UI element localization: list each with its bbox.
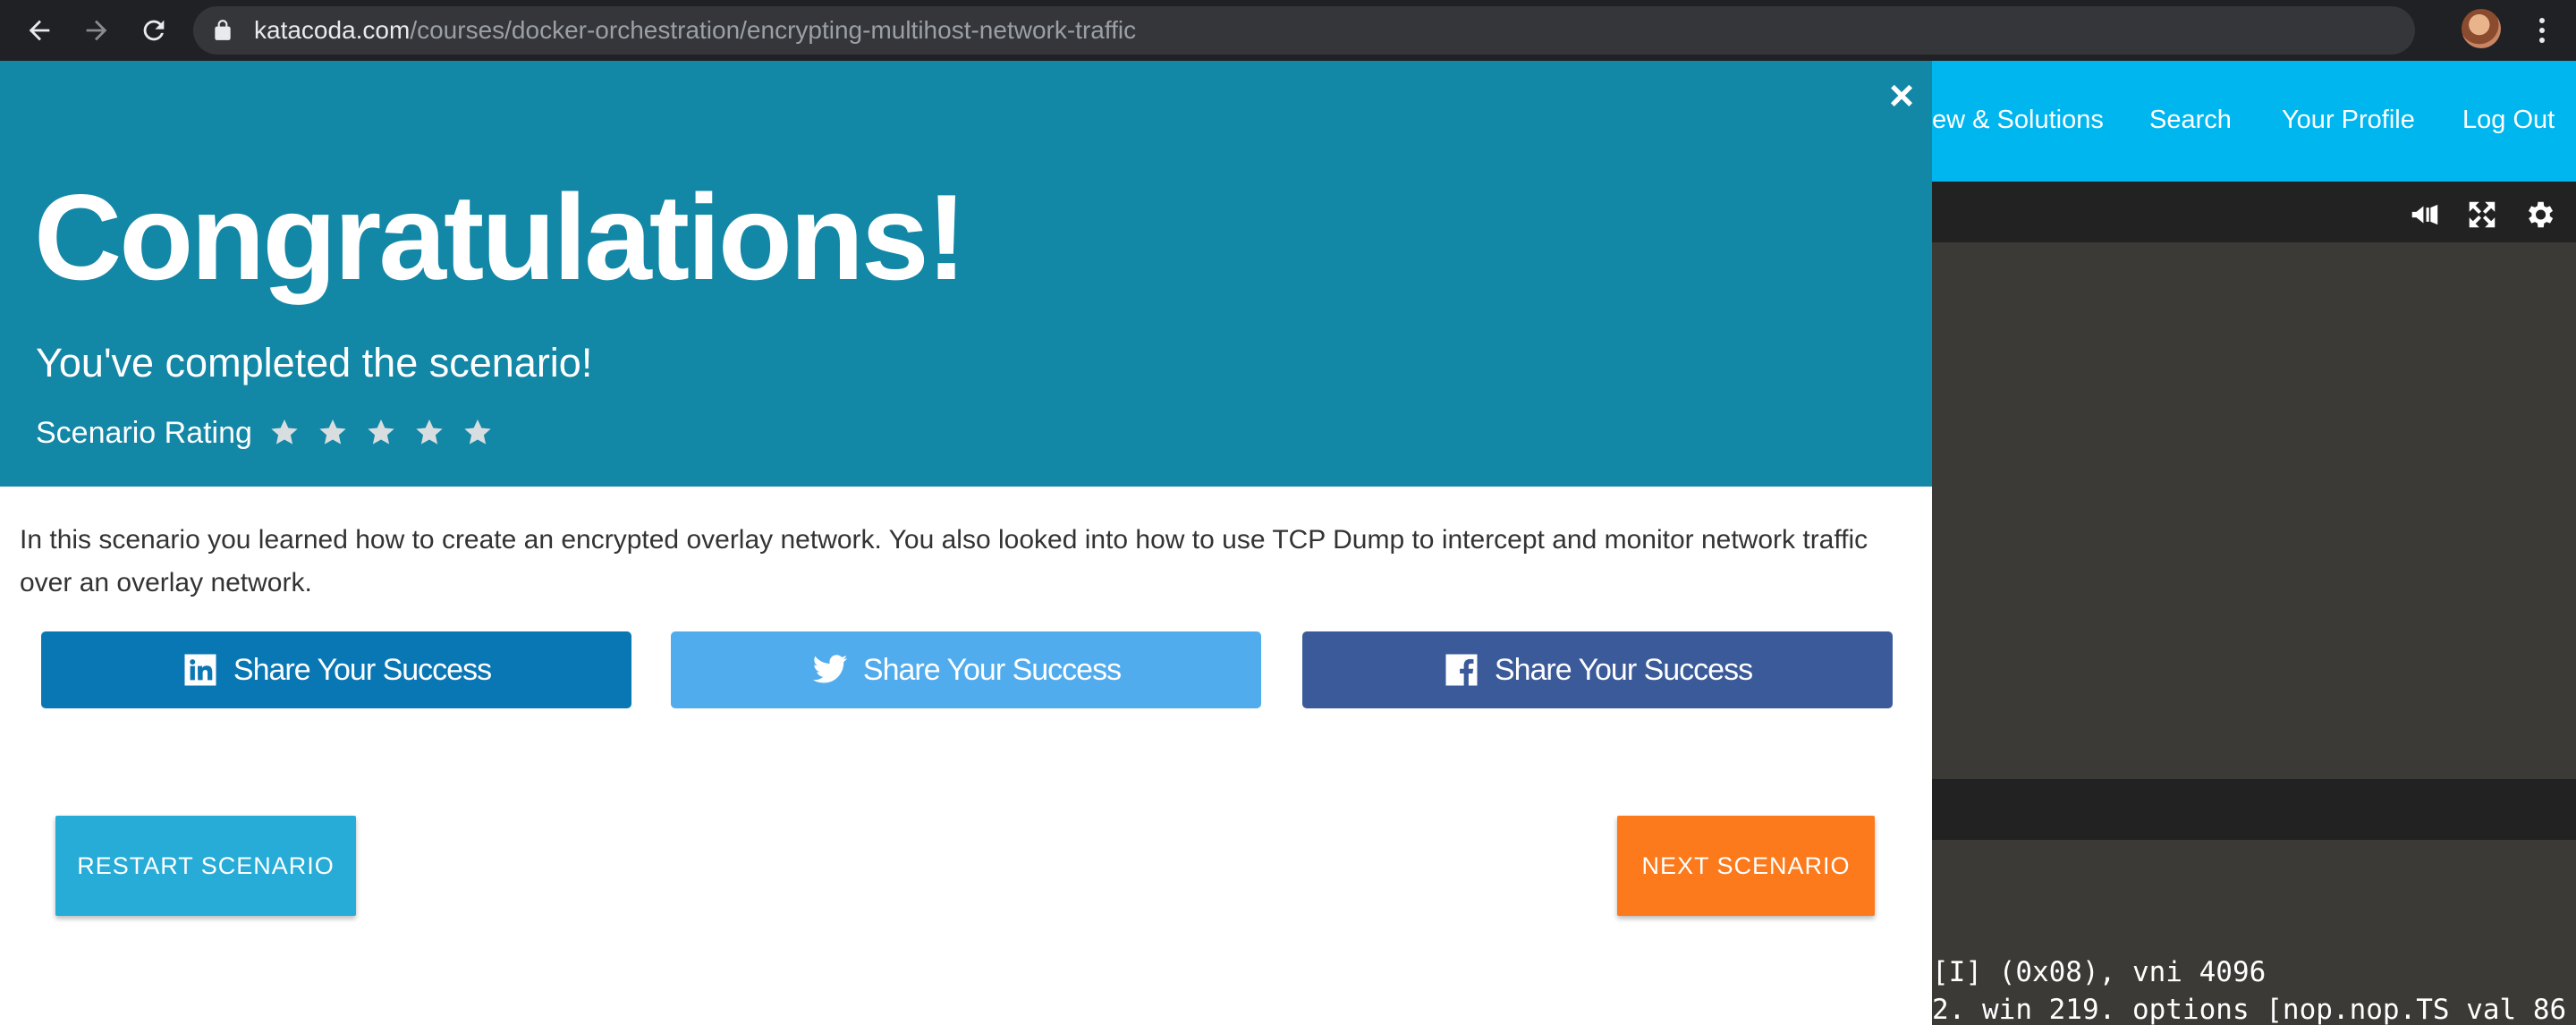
expand-icon[interactable] (2465, 198, 2499, 232)
address-bar[interactable]: katacoda.com/courses/docker-orchestratio… (193, 6, 2415, 55)
lock-icon (215, 20, 231, 40)
next-scenario-button[interactable]: NEXT SCENARIO (1617, 816, 1875, 916)
congratulations-modal: × Congratulations! You've completed the … (0, 61, 1932, 1025)
browser-menu-icon[interactable] (2524, 11, 2560, 50)
rating-label: Scenario Rating (36, 416, 252, 450)
scenario-summary: In this scenario you learned how to crea… (20, 525, 1868, 597)
reload-icon[interactable] (134, 11, 174, 50)
share-facebook-button[interactable]: Share Your Success (1302, 631, 1893, 708)
nav-link-review-solutions[interactable]: ew & Solutions (1932, 106, 2104, 134)
share-twitter-button[interactable]: Share Your Success (671, 631, 1261, 708)
rating-star-icon[interactable] (462, 417, 494, 449)
terminal-bottom-pane[interactable]: [I] (0x08), vni 4096 2. win 219. options… (1932, 840, 2576, 1025)
terminal-toolbar (1932, 182, 2576, 242)
modal-hero: × Congratulations! You've completed the … (0, 61, 1932, 487)
share-twitter-label: Share Your Success (862, 652, 1122, 687)
nav-link-your-profile[interactable]: Your Profile (2282, 106, 2415, 134)
close-icon[interactable]: × (1884, 75, 1919, 118)
rating-stars (268, 417, 494, 449)
share-linkedin-label: Share Your Success (233, 652, 492, 687)
url-host: katacoda.com (254, 16, 411, 44)
url-text: katacoda.com/courses/docker-orchestratio… (254, 18, 1136, 43)
nav-link-log-out[interactable]: Log Out (2462, 106, 2555, 134)
facebook-icon (1445, 654, 1478, 686)
terminal-line: 2. win 219. options [nop.nop.TS val 86 (1932, 994, 2567, 1025)
back-arrow-icon[interactable] (20, 11, 59, 50)
modal-subtitle: You've completed the scenario! (36, 340, 593, 385)
share-facebook-label: Share Your Success (1494, 652, 1753, 687)
rating-star-icon[interactable] (268, 417, 301, 449)
site-header: ew & Solutions Search Your Profile Log O… (1932, 61, 2576, 182)
linkedin-icon (184, 654, 216, 686)
nav-link-search[interactable]: Search (2149, 106, 2232, 134)
rating-star-icon[interactable] (413, 417, 445, 449)
megaphone-icon[interactable] (2408, 198, 2442, 232)
modal-title: Congratulations! (34, 169, 967, 305)
gear-icon[interactable] (2522, 198, 2556, 232)
forward-arrow-icon[interactable] (77, 11, 116, 50)
terminal-line: [I] (0x08), vni 4096 (1932, 956, 2267, 988)
rating-star-icon[interactable] (365, 417, 397, 449)
terminal-top-pane[interactable] (1932, 242, 2576, 779)
terminal-tab-bar (1932, 779, 2576, 840)
restart-scenario-button[interactable]: RESTART SCENARIO (55, 816, 356, 916)
browser-toolbar: katacoda.com/courses/docker-orchestratio… (0, 0, 2576, 61)
url-path: /courses/docker-orchestration/encrypting… (410, 16, 1137, 44)
twitter-bird-icon (812, 655, 848, 683)
profile-avatar[interactable] (2462, 9, 2501, 48)
rating-star-icon[interactable] (317, 417, 349, 449)
share-linkedin-button[interactable]: Share Your Success (41, 631, 631, 708)
